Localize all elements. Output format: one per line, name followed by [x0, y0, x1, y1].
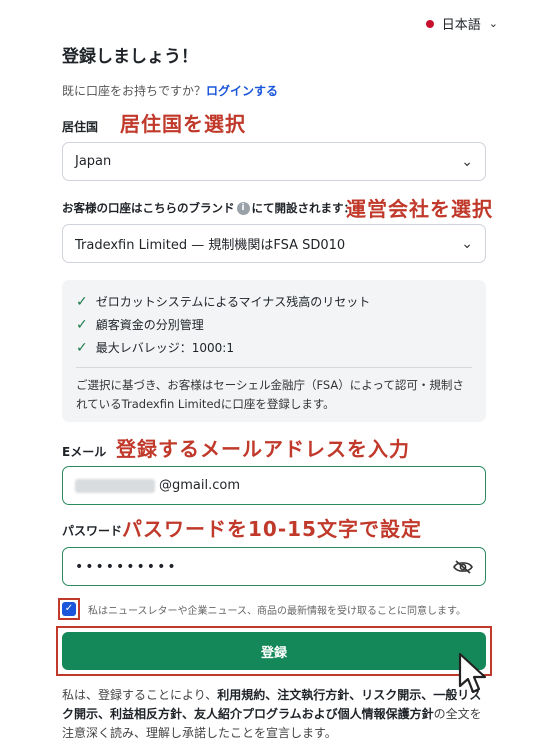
login-prompt: 既に口座をお持ちですか？ログインする [62, 82, 278, 99]
check-icon: ✓ [76, 293, 88, 310]
feature-text: 顧客資金の分別管理 [95, 318, 204, 332]
country-select-value: Japan [75, 154, 112, 169]
divider [76, 367, 472, 368]
check-icon: ✓ [76, 316, 88, 333]
feature-text: ゼロカットシステムによるマイナス残高のリセット [95, 295, 371, 309]
account-features-box: ✓ ゼロカットシステムによるマイナス残高のリセット ✓ 顧客資金の分別管理 ✓ … [62, 280, 486, 422]
register-button[interactable]: 登録 [62, 632, 486, 670]
email-redacted [75, 478, 155, 493]
registration-note: ご選択に基づき、お客様はセーシェル金融庁（FSA）によって認可・規制されているT… [76, 378, 464, 411]
password-label: パスワード [62, 524, 123, 538]
login-link[interactable]: ログインする [206, 84, 278, 98]
brand-label: お客様の口座はこちらのブランド i にて開設されます： [62, 200, 355, 216]
chevron-down-icon: ⌄ [488, 17, 498, 30]
eye-off-icon[interactable] [453, 559, 473, 574]
brand-annotation: 運営会社を選択 [346, 197, 493, 221]
brand-select-value: Tradexfin Limited — 規制機関はFSA SD010 [75, 238, 346, 253]
consent-text: 私はニュースレターや企業ニュース、商品の最新情報を受け取ることに同意します。 [88, 605, 466, 617]
feature-text: 最大レバレッジ：1000:1 [95, 341, 234, 355]
email-value: @gmail.com [159, 478, 241, 493]
password-field[interactable]: •••••••••• [62, 547, 486, 586]
newsletter-checkbox[interactable]: ✓ [62, 602, 76, 616]
feature-item: ✓ 顧客資金の分別管理 [76, 313, 472, 336]
language-selector[interactable]: 日本語 ⌄ [425, 14, 498, 33]
check-icon: ✓ [76, 339, 88, 356]
info-icon[interactable]: i [236, 202, 250, 215]
login-prompt-text: 既に口座をお持ちですか？ [62, 84, 207, 98]
terms-prefix: 私は、登録することにより、 [62, 688, 218, 702]
language-label: 日本語 [441, 18, 481, 33]
email-annotation: 登録するメールアドレスを入力 [116, 437, 410, 461]
brand-label-after: にて開設されます： [251, 201, 356, 215]
feature-item: ✓ 最大レバレッジ：1000:1 [76, 336, 472, 359]
brand-select[interactable]: Tradexfin Limited — 規制機関はFSA SD010 ⌄ [62, 224, 486, 263]
japan-flag-icon [425, 19, 434, 28]
country-label: 居住国 [62, 120, 99, 134]
password-annotation: パスワードを10-15文字で設定 [122, 517, 422, 541]
country-annotation: 居住国を選択 [120, 112, 246, 136]
newsletter-consent: ✓ 私はニュースレターや企業ニュース、商品の最新情報を受け取ることに同意します。 [58, 598, 466, 620]
page-title: 登録しましょう！ [62, 47, 198, 67]
feature-item: ✓ ゼロカットシステムによるマイナス残高のリセット [76, 290, 472, 313]
chevron-down-icon: ⌄ [461, 235, 473, 252]
password-value: •••••••••• [75, 558, 178, 575]
chevron-down-icon: ⌄ [461, 153, 473, 170]
country-select[interactable]: Japan ⌄ [62, 142, 486, 181]
email-label: Eメール [62, 445, 107, 459]
brand-label-before: お客様の口座はこちらのブランド [62, 201, 235, 215]
checkbox-highlight: ✓ [58, 598, 80, 620]
email-field[interactable]: @gmail.com [62, 466, 486, 505]
terms-statement: 私は、登録することにより、利用規約、注文執行方針、リスク開示、一般リスク開示、利… [62, 686, 486, 743]
submit-highlight: 登録 [56, 626, 492, 676]
